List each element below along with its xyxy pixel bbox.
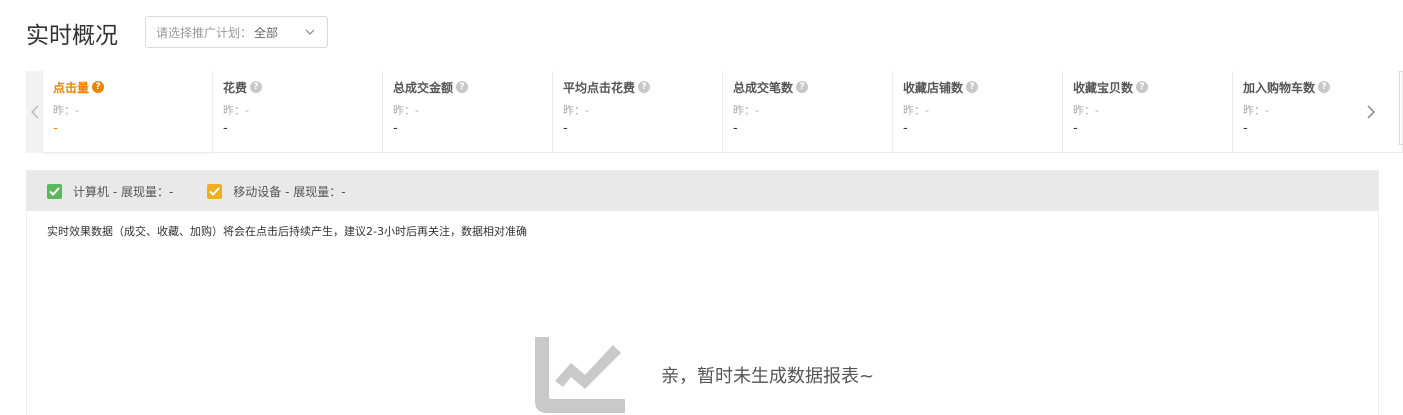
metric-value: - bbox=[1073, 121, 1078, 136]
metric-card-avg-click-cost[interactable]: 平均点击花费 ? 昨：- - bbox=[553, 71, 723, 153]
checkbox-checked-icon[interactable] bbox=[47, 183, 62, 199]
metrics-next-button[interactable] bbox=[1362, 71, 1379, 153]
metric-yesterday: 昨：- bbox=[563, 104, 589, 117]
metric-card-total-deal-amount[interactable]: 总成交金额 ? 昨：- - bbox=[383, 71, 553, 153]
metric-card-cost[interactable]: 花费 ? 昨：- - bbox=[213, 71, 383, 153]
metric-yesterday: 昨：- bbox=[1073, 104, 1099, 117]
help-icon[interactable]: ? bbox=[966, 81, 979, 93]
chart-legend: 计算机 - 展现量：- 移动设备 - 展现量：- bbox=[27, 171, 1378, 211]
metric-card-total-deal-count[interactable]: 总成交笔数 ? 昨：- - bbox=[723, 71, 893, 153]
page-title: 实时概况 bbox=[26, 23, 118, 49]
empty-state-message: 亲，暂时未生成数据报表~ bbox=[661, 366, 875, 387]
metric-cards: 点击量 ? 昨：- - 花费 ? 昨：- - 总成交金额 ? 昨：- - 平均点… bbox=[43, 71, 1403, 153]
help-icon[interactable]: ? bbox=[250, 81, 263, 93]
metric-card-shop-favorites[interactable]: 收藏店铺数 ? 昨：- - bbox=[893, 71, 1063, 153]
chart-line-icon bbox=[535, 337, 625, 413]
metric-yesterday: 昨：- bbox=[903, 104, 929, 117]
metric-name: 总成交笔数 bbox=[733, 80, 794, 95]
help-icon[interactable]: ? bbox=[92, 81, 105, 93]
metric-value: - bbox=[53, 121, 58, 136]
metric-name: 平均点击花费 bbox=[563, 80, 636, 95]
plan-select[interactable]: 请选择推广计划： 全部 bbox=[145, 16, 328, 48]
metric-name: 加入购物车数 bbox=[1243, 80, 1316, 95]
metric-yesterday: 昨：- bbox=[223, 104, 249, 117]
metric-name: 花费 bbox=[223, 80, 248, 95]
help-icon[interactable]: ? bbox=[638, 81, 651, 93]
metrics-strip: 点击量 ? 昨：- - 花费 ? 昨：- - 总成交金额 ? 昨：- - 平均点… bbox=[26, 71, 1403, 153]
side-panel-edge bbox=[1399, 71, 1403, 145]
metric-yesterday: 昨：- bbox=[733, 104, 759, 117]
metric-value: - bbox=[223, 121, 228, 136]
chevron-right-icon bbox=[1366, 105, 1375, 119]
metric-name: 收藏宝贝数 bbox=[1073, 80, 1134, 95]
legend-label: 计算机 - 展现量：- bbox=[73, 184, 174, 199]
metric-value: - bbox=[393, 121, 398, 136]
metric-value: - bbox=[733, 121, 738, 136]
help-icon[interactable]: ? bbox=[796, 81, 809, 93]
legend-item-computer[interactable]: 计算机 - 展现量：- bbox=[47, 183, 173, 200]
realtime-overview-page: 实时概况 请选择推广计划： 全部 点击量 ? 昨：- - 花费 ? 昨：- - … bbox=[0, 0, 1403, 415]
metric-card-clicks[interactable]: 点击量 ? 昨：- - bbox=[43, 71, 213, 153]
legend-label: 移动设备 - 展现量：- bbox=[233, 184, 346, 199]
checkbox-checked-icon[interactable] bbox=[207, 183, 223, 199]
legend-item-mobile[interactable]: 移动设备 - 展现量：- bbox=[207, 183, 346, 200]
metric-value: - bbox=[903, 121, 908, 136]
plan-select-label: 请选择推广计划： bbox=[156, 25, 253, 40]
metric-card-item-favorites[interactable]: 收藏宝贝数 ? 昨：- - bbox=[1063, 71, 1233, 153]
metric-yesterday: 昨：- bbox=[53, 104, 79, 117]
help-icon[interactable]: ? bbox=[1318, 81, 1331, 93]
help-icon[interactable]: ? bbox=[1136, 81, 1149, 93]
metric-name: 收藏店铺数 bbox=[903, 80, 964, 95]
chevron-down-icon bbox=[305, 29, 315, 35]
metrics-prev-button[interactable] bbox=[26, 71, 43, 153]
metric-yesterday: 昨：- bbox=[393, 104, 419, 117]
data-delay-notice: 实时效果数据（成交、收藏、加购）将会在点击后持续产生，建议2-3小时后再关注，数… bbox=[47, 225, 527, 238]
metric-value: - bbox=[563, 121, 568, 136]
chart-panel: 计算机 - 展现量：- 移动设备 - 展现量：- 实时效果数据（成交、收藏、加购… bbox=[26, 170, 1379, 415]
metric-name: 点击量 bbox=[53, 80, 90, 95]
help-icon[interactable]: ? bbox=[456, 81, 469, 93]
plan-select-value: 全部 bbox=[254, 25, 279, 40]
chevron-left-icon bbox=[30, 105, 39, 119]
empty-state: 亲，暂时未生成数据报表~ bbox=[535, 337, 874, 413]
metric-name: 总成交金额 bbox=[393, 80, 454, 95]
